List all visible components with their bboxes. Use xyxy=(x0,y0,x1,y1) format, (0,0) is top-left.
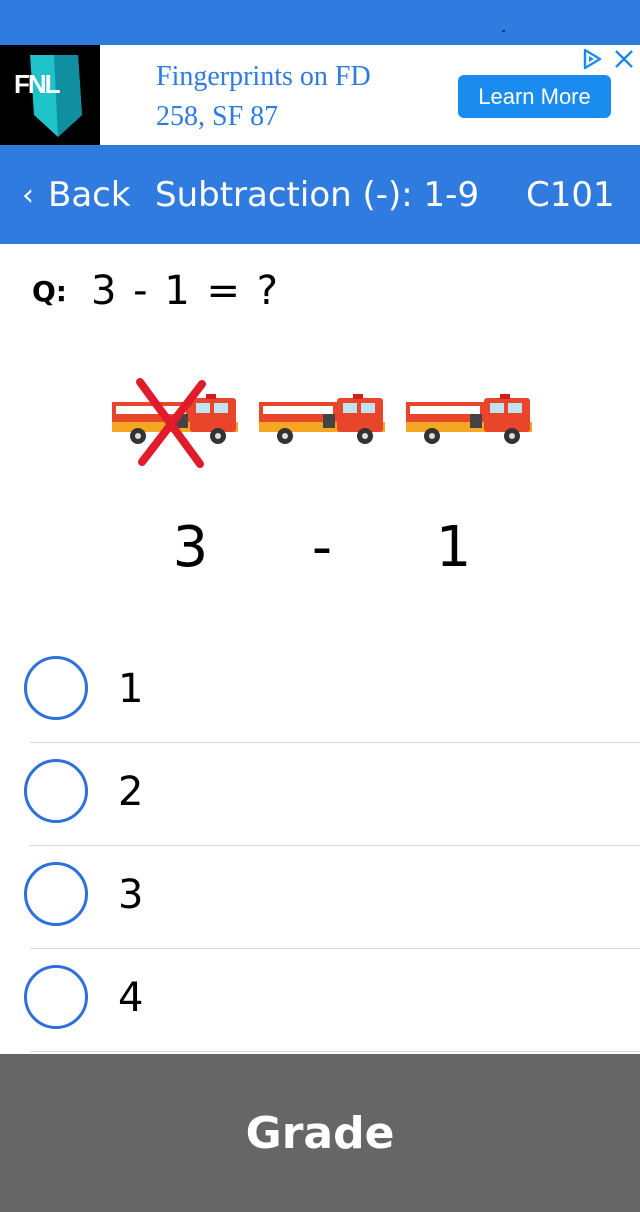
ad-headline-line-2[interactable]: 258, SF 87 xyxy=(156,97,446,137)
question-text: 3 - 1 = ? xyxy=(91,268,280,314)
answer-option[interactable]: 4 xyxy=(0,949,640,1052)
status-bar xyxy=(0,0,640,45)
ad-headline[interactable]: Fingerprints on FD 258, SF 87 xyxy=(156,57,446,137)
ad-choices-icon[interactable] xyxy=(580,47,604,71)
answer-option[interactable]: 1 xyxy=(0,640,640,743)
radio-button[interactable] xyxy=(24,965,88,1029)
back-label: Back xyxy=(48,175,131,215)
radio-button[interactable] xyxy=(24,656,88,720)
cross-out-icon xyxy=(136,378,206,468)
status-indicator xyxy=(502,30,505,32)
answer-option-label[interactable]: 3 xyxy=(118,872,143,918)
nav-bar: ‹ Back Subtraction (-): 1-9 C101 xyxy=(0,145,640,244)
grade-button[interactable]: Grade xyxy=(0,1054,640,1212)
question-illustration: 3 - 1 xyxy=(100,370,550,620)
ad-logo-text: FNL xyxy=(14,69,61,99)
answer-options: 1 2 3 4 xyxy=(0,640,640,1052)
lesson-code: C101 xyxy=(526,175,615,215)
expression-right: 1 xyxy=(435,515,478,580)
ad-headline-line-1[interactable]: Fingerprints on FD xyxy=(156,57,446,97)
chevron-left-icon: ‹ xyxy=(22,177,34,213)
divider xyxy=(30,1051,640,1052)
page-title: Subtraction (-): 1-9 xyxy=(155,175,480,215)
answer-option-label[interactable]: 1 xyxy=(118,666,143,712)
learn-more-button[interactable]: Learn More xyxy=(458,75,611,118)
answer-option-label[interactable]: 2 xyxy=(118,769,143,815)
question: Q: 3 - 1 = ? xyxy=(32,268,280,314)
ad-logo[interactable]: FNL xyxy=(0,45,100,145)
radio-button[interactable] xyxy=(24,862,88,926)
back-button[interactable]: ‹ Back xyxy=(22,173,131,217)
answer-option[interactable]: 2 xyxy=(0,743,640,846)
answer-option[interactable]: 3 xyxy=(0,846,640,949)
expression-left: 3 xyxy=(172,515,215,580)
question-prefix: Q: xyxy=(32,274,67,308)
close-icon[interactable] xyxy=(612,47,636,71)
radio-button[interactable] xyxy=(24,759,88,823)
fire-truck-icon xyxy=(406,394,532,444)
expression: 3 - 1 xyxy=(100,515,550,580)
ad-banner[interactable]: FNL Fingerprints on FD 258, SF 87 Learn … xyxy=(0,45,640,145)
fire-truck-icon xyxy=(259,394,385,444)
expression-operator: - xyxy=(311,515,339,580)
answer-option-label[interactable]: 4 xyxy=(118,975,143,1021)
